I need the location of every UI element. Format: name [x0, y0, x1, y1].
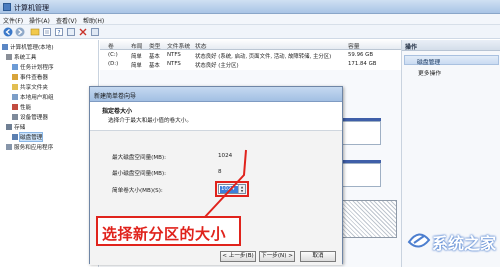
wizard-heading: 指定卷大小 [102, 108, 133, 115]
toolbar: ? [0, 25, 500, 39]
menu-help[interactable]: 帮助(H) [83, 16, 104, 25]
event-log-icon [12, 74, 18, 80]
min-size-value: 8 [218, 169, 222, 175]
menu-view[interactable]: 查看(V) [56, 16, 77, 25]
tree-item-task-scheduler[interactable]: 任务计划程序 [12, 63, 54, 71]
tree-item-shared-folders[interactable]: 共享文件夹 [12, 83, 48, 91]
back-button[interactable]: < 上一步(B) [220, 251, 256, 262]
max-size-value: 1024 [218, 153, 233, 159]
tools-icon [6, 54, 12, 60]
column-volume[interactable]: 卷 [108, 41, 114, 50]
next-button[interactable]: 下一步(N) > [259, 251, 295, 262]
tree-item-local-users[interactable]: 本地用户和组 [12, 93, 54, 101]
computer-management-icon [3, 3, 11, 11]
cancel-button[interactable]: 取消 [300, 251, 336, 262]
disk-icon [12, 134, 18, 140]
size-highlight-box [215, 181, 249, 197]
clock-icon [12, 64, 18, 70]
column-capacity[interactable]: 容量 [348, 41, 360, 50]
annotation-box: 选择新分区的大小 [96, 216, 241, 246]
tree-item-performance[interactable]: 性能 [12, 103, 31, 111]
annotation-text: 选择新分区的大小 [102, 225, 227, 243]
volume-table-header: 卷 布局 类型 文件系统 状态 容量 [100, 40, 401, 50]
volume-size-label: 简单卷大小(MB)(S): [112, 188, 163, 194]
column-type[interactable]: 类型 [149, 41, 161, 50]
menu-bar: 文件(F) 操作(A) 查看(V) 帮助(H) [0, 14, 500, 25]
tree-item-storage[interactable]: 存储 [6, 123, 25, 131]
actions-disk-management[interactable]: 磁盘管理 [404, 55, 499, 66]
wizard-subheading: 选择介于最大和最小值的卷大小。 [108, 118, 192, 124]
watermark-logo-icon [407, 233, 431, 248]
refresh-icon[interactable] [90, 27, 100, 37]
menu-action[interactable]: 操作(A) [29, 16, 50, 25]
column-layout[interactable]: 布局 [131, 41, 143, 50]
tree-item-system-tools[interactable]: 系统工具 [6, 53, 36, 61]
tree-item-device-manager[interactable]: 设备管理器 [12, 113, 48, 121]
performance-icon [12, 104, 18, 110]
min-size-label: 最小磁盘空间量(MB): [112, 171, 167, 177]
window-title: 计算机管理 [14, 4, 49, 12]
tree-root[interactable]: 计算机管理(本地) [2, 43, 54, 51]
forward-icon[interactable] [15, 27, 25, 37]
unallocated-space[interactable] [342, 200, 397, 238]
max-size-label: 最大磁盘空间量(MB): [112, 155, 167, 161]
table-row[interactable]: (C:) 简单 基本 NTFS 状态良好 (系统, 启动, 页面文件, 活动, … [100, 51, 401, 60]
tree-item-disk-management[interactable]: 磁盘管理 [12, 132, 44, 142]
wizard-title-bar: 新建简单卷向导 [90, 87, 342, 102]
properties-icon[interactable] [42, 27, 52, 37]
folder-icon [12, 84, 18, 90]
tree-item-services[interactable]: 服务和应用程序 [6, 143, 53, 151]
more-actions-link[interactable]: 更多操作 [418, 68, 441, 77]
watermark: 系统之家 [404, 222, 496, 258]
actions-header: 操作 [402, 40, 500, 51]
svg-text:?: ? [57, 29, 60, 36]
navigation-tree: 计算机管理(本地) 系统工具 任务计划程序 事件查看器 共享文件夹 本地用户和组… [0, 40, 99, 267]
table-row[interactable]: (D:) 简单 基本 NTFS 状态良好 (主分区) 171.84 GB [100, 60, 401, 69]
storage-icon [6, 124, 12, 130]
watermark-text: 系统之家 [432, 234, 497, 253]
users-icon [12, 94, 18, 100]
device-icon [12, 114, 18, 120]
title-bar: 计算机管理 [0, 0, 500, 14]
wizard-header: 指定卷大小 选择介于最大和最小值的卷大小。 [90, 102, 342, 131]
tree-item-event-viewer[interactable]: 事件查看器 [12, 73, 48, 81]
help-icon[interactable]: ? [54, 27, 64, 37]
column-filesystem[interactable]: 文件系统 [167, 41, 190, 50]
up-icon[interactable] [30, 27, 40, 37]
more-icon[interactable] [66, 27, 76, 37]
menu-file[interactable]: 文件(F) [3, 16, 23, 25]
column-status[interactable]: 状态 [195, 41, 207, 50]
delete-icon[interactable] [78, 27, 88, 37]
services-icon [6, 144, 12, 150]
back-icon[interactable] [3, 27, 13, 37]
computer-icon [2, 44, 8, 50]
